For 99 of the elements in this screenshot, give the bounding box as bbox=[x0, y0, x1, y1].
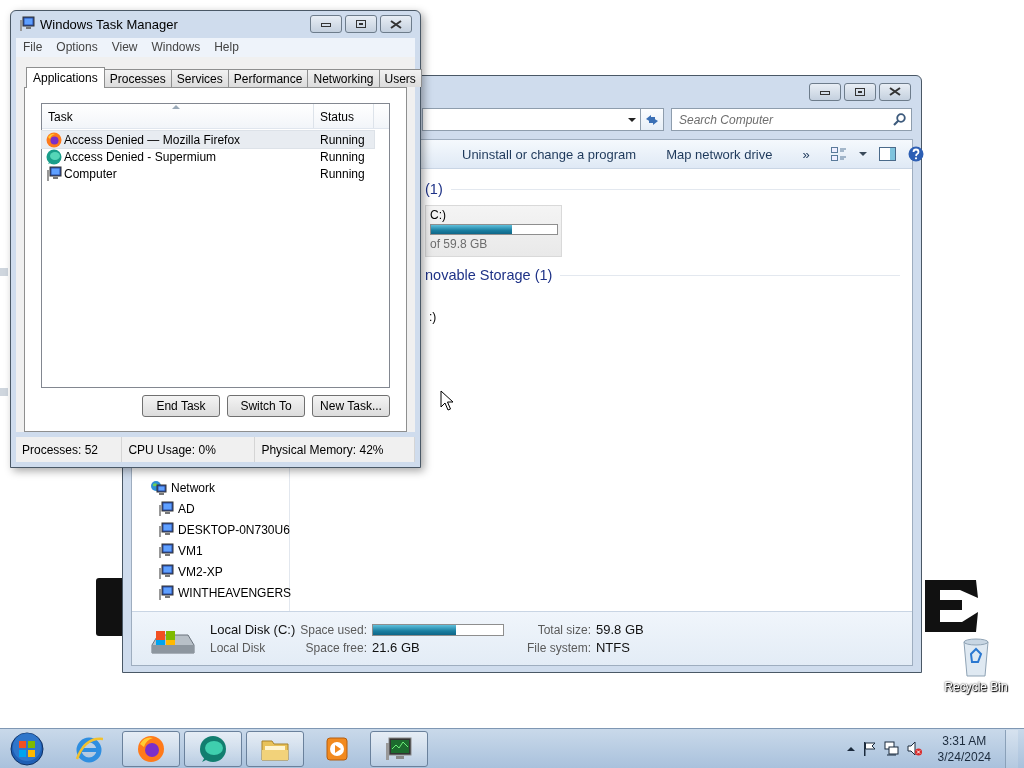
task-row[interactable]: Access Denied - Supermium Running bbox=[42, 148, 374, 166]
close-button[interactable] bbox=[380, 15, 412, 34]
minimize-button[interactable] bbox=[310, 15, 342, 34]
browser-icon bbox=[137, 734, 165, 763]
task-name: Computer bbox=[64, 166, 117, 181]
drive-tile[interactable]: C:) of 59.8 GB bbox=[425, 205, 562, 257]
field-label: File system: bbox=[526, 640, 591, 655]
computer-icon bbox=[158, 584, 174, 601]
close-button[interactable] bbox=[879, 82, 911, 101]
maximize-button[interactable] bbox=[345, 15, 377, 34]
help-icon[interactable] bbox=[907, 146, 924, 162]
maximize-icon bbox=[356, 20, 366, 29]
action-button[interactable]: End Task bbox=[142, 395, 220, 418]
computer-icon bbox=[158, 542, 174, 559]
tab[interactable]: Applications bbox=[26, 67, 105, 89]
task-status: Running bbox=[319, 132, 365, 147]
field-value: 21.6 GB bbox=[371, 640, 421, 655]
window-title: Windows Task Manager bbox=[40, 16, 179, 32]
drive-type: Local Disk bbox=[210, 640, 267, 655]
drive-name[interactable]: :) bbox=[429, 310, 437, 324]
taskbar-button[interactable] bbox=[370, 730, 428, 767]
clock[interactable]: 3:31 AM 3/24/2024 bbox=[937, 732, 991, 765]
flag-icon[interactable] bbox=[862, 741, 876, 756]
menu-item[interactable]: File bbox=[16, 40, 50, 55]
start-button[interactable] bbox=[10, 731, 44, 766]
taskbar-button[interactable] bbox=[122, 730, 180, 767]
status-text: Processes: 52 bbox=[16, 437, 123, 462]
menu-item[interactable]: Windows bbox=[144, 40, 208, 55]
menu-item[interactable]: Help bbox=[207, 40, 246, 55]
recycle-bin-label[interactable]: Recycle Bin bbox=[944, 680, 1008, 694]
field-label: Space free: bbox=[304, 640, 367, 655]
caret-icon[interactable] bbox=[858, 152, 867, 156]
tab[interactable]: Performance bbox=[227, 69, 309, 88]
network-icon[interactable] bbox=[883, 741, 899, 756]
menu-item[interactable]: Options bbox=[49, 40, 105, 55]
status-text: Physical Memory: 42% bbox=[255, 437, 415, 462]
computer-icon bbox=[46, 165, 62, 182]
toolbar-button[interactable]: Map network drive bbox=[651, 146, 788, 162]
minimize-icon bbox=[321, 21, 331, 28]
task-row[interactable]: Computer Running bbox=[42, 165, 374, 183]
nav-item[interactable]: DESKTOP-0N730U6 bbox=[132, 519, 289, 540]
task-row[interactable]: Access Denied — Mozilla Firefox Running bbox=[42, 131, 374, 149]
monitor-icon bbox=[385, 734, 413, 763]
search-field[interactable]: Search Computer bbox=[671, 108, 912, 131]
action-button[interactable]: Switch To bbox=[227, 395, 305, 418]
minimize-button[interactable] bbox=[809, 82, 841, 101]
refresh-icon bbox=[645, 113, 659, 126]
field-label: Space used: bbox=[300, 622, 367, 637]
network-icon bbox=[150, 479, 167, 496]
task-name: Access Denied - Supermium bbox=[64, 149, 217, 164]
field-value: NTFS bbox=[596, 640, 631, 655]
drive-capacity: of 59.8 GB bbox=[430, 237, 489, 251]
maximize-icon bbox=[855, 87, 865, 96]
tab[interactable]: Users bbox=[378, 69, 422, 88]
field-label: Total size: bbox=[536, 622, 591, 637]
task-name: Access Denied — Mozilla Firefox bbox=[64, 132, 241, 147]
preview-pane-icon[interactable] bbox=[878, 147, 896, 161]
field-value: 59.8 GB bbox=[596, 622, 644, 637]
tab[interactable]: Networking bbox=[307, 69, 380, 88]
tab[interactable]: Services bbox=[170, 69, 229, 88]
drive-name: Local Disk (C:) bbox=[210, 622, 296, 637]
maximize-button[interactable] bbox=[844, 82, 876, 101]
column-header[interactable]: Status bbox=[314, 104, 374, 129]
status-text: CPU Usage: 0% bbox=[122, 437, 256, 462]
computer-icon bbox=[158, 521, 174, 538]
column-header[interactable]: Task bbox=[42, 104, 314, 129]
computer-icon bbox=[158, 563, 174, 580]
view-list-icon[interactable] bbox=[830, 147, 847, 161]
minimize-icon bbox=[820, 88, 830, 95]
refresh-button[interactable] bbox=[641, 108, 664, 131]
search-icon[interactable] bbox=[893, 113, 906, 126]
action-button[interactable]: New Task... bbox=[312, 395, 390, 418]
nav-item[interactable]: AD bbox=[132, 498, 289, 519]
group-header: novable Storage (1) bbox=[425, 267, 553, 283]
nav-item[interactable]: VM1 bbox=[132, 540, 289, 561]
close-icon bbox=[889, 87, 901, 96]
dropdown-arrow-icon[interactable] bbox=[628, 117, 636, 122]
task-status: Running bbox=[319, 149, 365, 164]
nav-item[interactable]: Network bbox=[132, 477, 289, 498]
media-player-icon bbox=[323, 734, 351, 763]
computer-icon bbox=[158, 500, 174, 517]
toolbar-button[interactable]: Uninstall or change a program bbox=[447, 146, 652, 162]
muted-speaker-icon[interactable] bbox=[906, 741, 922, 756]
nav-item[interactable]: WINTHEAVENGERS bbox=[132, 582, 289, 603]
browser-icon bbox=[46, 131, 62, 148]
browser-icon bbox=[199, 734, 227, 763]
close-icon bbox=[390, 19, 402, 29]
group-header: (1) bbox=[425, 181, 443, 197]
task-status: Running bbox=[319, 166, 365, 181]
toolbar-button[interactable]: » bbox=[787, 146, 825, 162]
show-hidden-icons-icon[interactable] bbox=[846, 745, 855, 752]
menu-item[interactable]: View bbox=[104, 40, 145, 55]
mouse-cursor-icon bbox=[440, 390, 454, 411]
drive-name: C:) bbox=[430, 208, 447, 222]
sort-arrow-icon bbox=[172, 105, 180, 110]
browser-icon bbox=[46, 148, 62, 165]
tab[interactable]: Processes bbox=[103, 69, 172, 88]
task-manager-icon bbox=[19, 16, 35, 33]
nav-item[interactable]: VM2-XP bbox=[132, 561, 289, 582]
